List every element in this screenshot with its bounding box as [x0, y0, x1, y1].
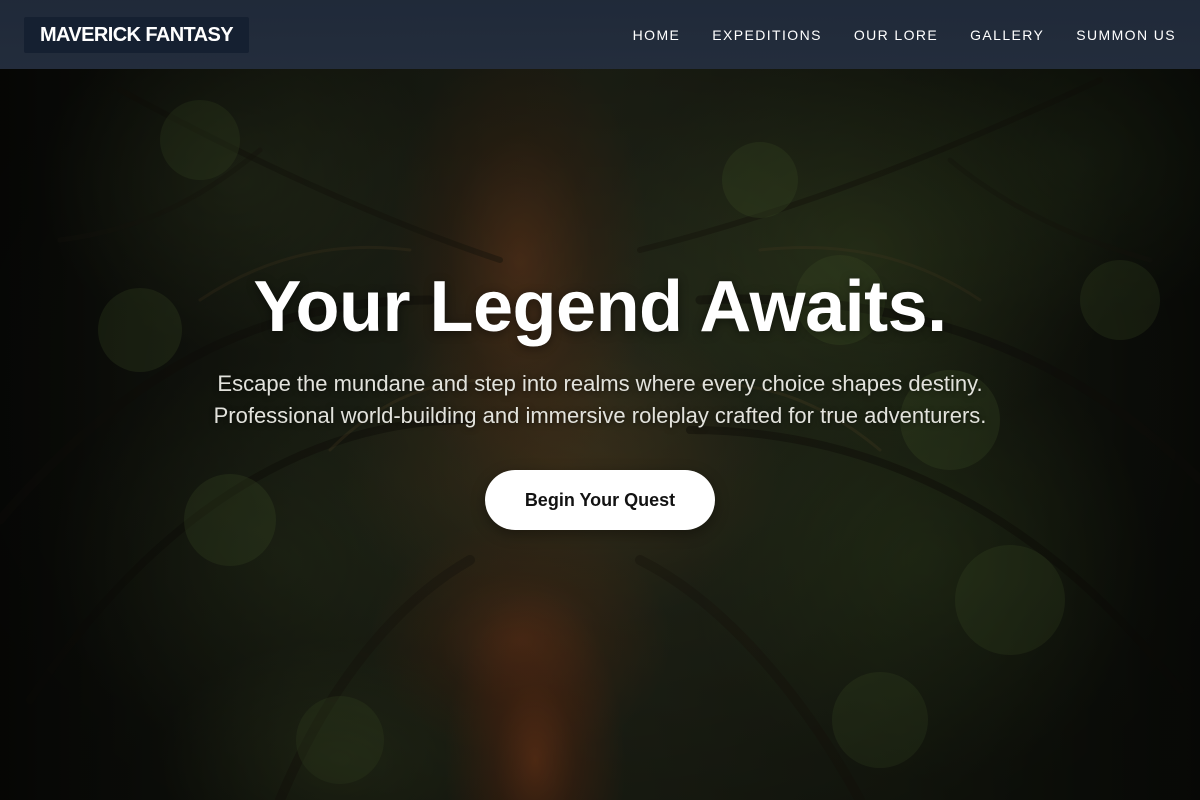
hero-subtitle-line-1: Escape the mundane and step into realms …: [217, 371, 983, 396]
hero-subtitle-line-2: Professional world-building and immersiv…: [213, 403, 987, 428]
nav-link-our-lore[interactable]: OUR LORE: [854, 27, 938, 43]
begin-quest-button[interactable]: Begin Your Quest: [485, 470, 715, 530]
nav-link-home[interactable]: HOME: [633, 27, 681, 43]
hero-subtitle: Escape the mundane and step into realms …: [0, 368, 1200, 432]
hero-section: Your Legend Awaits. Escape the mundane a…: [0, 0, 1200, 800]
site-logo[interactable]: MAVERICK FANTASY: [24, 16, 249, 53]
landing-page: MAVERICK FANTASY HOME EXPEDITIONS OUR LO…: [0, 0, 1200, 800]
hero-title: Your Legend Awaits.: [253, 267, 947, 347]
nav-link-summon-us[interactable]: SUMMON US: [1076, 27, 1176, 43]
nav-link-expeditions[interactable]: EXPEDITIONS: [712, 27, 822, 43]
nav-link-gallery[interactable]: GALLERY: [970, 27, 1044, 43]
main-nav: HOME EXPEDITIONS OUR LORE GALLERY SUMMON…: [601, 27, 1176, 43]
site-header: MAVERICK FANTASY HOME EXPEDITIONS OUR LO…: [0, 0, 1200, 69]
